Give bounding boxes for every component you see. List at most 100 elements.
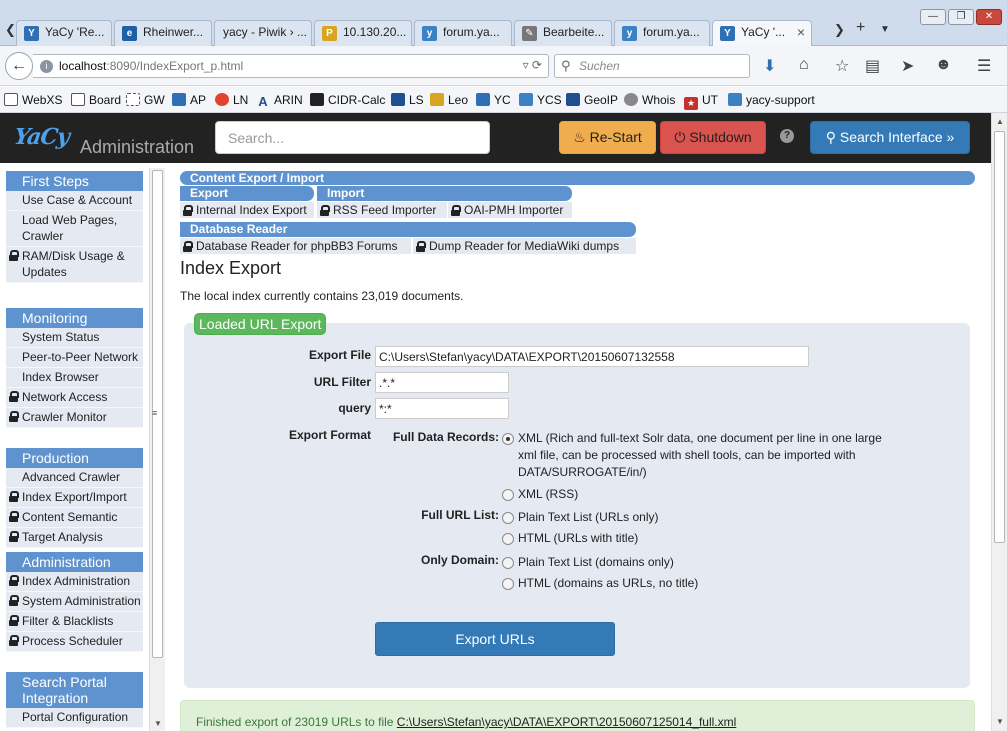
browser-tab[interactable]: P 10.130.20...	[314, 20, 412, 46]
sidebar-item-index-administration[interactable]: Index Administration	[6, 572, 143, 592]
bookmark-gw[interactable]: GW	[126, 93, 165, 107]
format-plain-domains-radio[interactable]: Plain Text List (domains only)	[502, 554, 882, 571]
browser-tab-active[interactable]: Y YaCy '... ×	[712, 20, 812, 46]
bookmark-ap[interactable]: AP	[172, 93, 206, 107]
bookmark-whois[interactable]: Whois	[624, 93, 675, 107]
tab-scroll-left-icon[interactable]: ❮	[5, 22, 16, 38]
export-urls-button[interactable]: Export URLs	[375, 622, 615, 656]
format-xml-rss-radio[interactable]: XML (RSS)	[502, 486, 882, 503]
shutdown-button[interactable]: ⏻ Shutdown	[660, 121, 766, 154]
sidebar-item-filter-blacklists[interactable]: Filter & Blacklists	[6, 612, 143, 632]
radio-icon[interactable]	[502, 489, 514, 501]
browser-toolbar: ← i localhost:8090/IndexExport_p.html ▿ …	[0, 46, 1007, 86]
radio-icon[interactable]	[502, 578, 514, 590]
sidebar-item-system-administration[interactable]: System Administration	[6, 592, 143, 612]
sidebar-scrollbar[interactable]: ≡ ▼	[149, 168, 165, 731]
submenu-mediawiki-reader[interactable]: Dump Reader for MediaWiki dumps	[413, 238, 636, 254]
browser-tab[interactable]: Y YaCy 'Re...	[16, 20, 112, 46]
exported-file-link[interactable]: C:\Users\Stefan\yacy\DATA\EXPORT\2015060…	[397, 715, 737, 729]
star-icon: ★	[684, 97, 698, 110]
format-html-urls-radio[interactable]: HTML (URLs with title)	[502, 530, 882, 547]
bookmark-ut[interactable]: ★ UT	[684, 93, 718, 110]
bookmark-arin[interactable]: A ARIN	[256, 93, 302, 108]
browser-search-input[interactable]: ⚲ Suchen	[554, 54, 750, 78]
bookmark-leo[interactable]: Leo	[430, 93, 468, 107]
url-bar[interactable]: i localhost:8090/IndexExport_p.html ▿ ⟳	[33, 54, 549, 78]
sidebar-item-index-browser[interactable]: Index Browser	[6, 368, 143, 388]
sidebar-item-network-access[interactable]: Network Access	[6, 388, 143, 408]
sidebar-item-load-web-pages[interactable]: Load Web Pages, Crawler	[6, 211, 143, 247]
chat-icon[interactable]: ☻	[935, 56, 952, 74]
info-icon[interactable]: i	[40, 60, 53, 73]
minimize-icon[interactable]: —	[920, 9, 946, 25]
scroll-down-icon[interactable]: ▼	[996, 717, 1004, 726]
close-tab-icon[interactable]: ×	[797, 24, 805, 40]
back-arrow-icon[interactable]: ←	[5, 52, 33, 80]
close-window-icon[interactable]: ✕	[976, 9, 1002, 25]
browser-tab[interactable]: e Rheinwer...	[114, 20, 212, 46]
radio-checked-icon[interactable]	[502, 433, 514, 445]
sidebar-item-advanced-crawler[interactable]: Advanced Crawler	[6, 468, 143, 488]
sidebar-item-content-semantic[interactable]: Content Semantic	[6, 508, 143, 528]
browser-tab[interactable]: yacy - Piwik › ...	[214, 20, 312, 46]
bookmark-webxs[interactable]: WebXS	[4, 93, 62, 107]
tab-scroll-right-icon[interactable]: ❯	[834, 22, 845, 38]
scroll-down-icon[interactable]: ▼	[154, 719, 162, 728]
gear-icon	[624, 93, 638, 106]
menu-icon[interactable]: ☰	[977, 56, 991, 76]
sidebar-item-system-status[interactable]: System Status	[6, 328, 143, 348]
browser-tab-strip: ❮ Y YaCy 'Re... e Rheinwer... yacy - Piw…	[0, 0, 1007, 46]
radio-icon[interactable]	[502, 557, 514, 569]
format-xml-solr-radio[interactable]: XML (Rich and full-text Solr data, one d…	[502, 430, 882, 481]
bookmark-yacy-support[interactable]: yacy-support	[728, 93, 815, 107]
bookmark-geoip[interactable]: GeoIP	[566, 93, 618, 107]
bookmark-cidr-calc[interactable]: CIDR-Calc	[310, 93, 385, 107]
format-html-domains-radio[interactable]: HTML (domains as URLs, no title)	[502, 575, 882, 592]
radio-icon[interactable]	[502, 512, 514, 524]
submenu-oai-pmh-importer[interactable]: OAI-PMH Importer	[448, 202, 572, 218]
restart-button[interactable]: ♨ Re-Start	[559, 121, 656, 154]
bookmarks-bar: WebXS Board GW AP LN A ARIN CIDR-Calc LS …	[0, 87, 1007, 113]
sidebar-item-index-export-import[interactable]: Index Export/Import	[6, 488, 143, 508]
page-scrollbar-thumb[interactable]	[994, 131, 1005, 543]
browser-tab[interactable]: ✎ Bearbeite...	[514, 20, 612, 46]
sidebar-item-target-analysis[interactable]: Target Analysis	[6, 528, 143, 548]
bookmark-board[interactable]: Board	[71, 93, 121, 107]
submenu-internal-index-export[interactable]: Internal Index Export	[180, 202, 314, 218]
send-icon[interactable]: ➤	[901, 56, 914, 76]
bookmark-ln[interactable]: LN	[215, 93, 248, 107]
url-filter-input[interactable]: .*.*	[375, 372, 509, 393]
bookmark-yc[interactable]: YC	[476, 93, 511, 107]
tab-list-icon[interactable]: ▼	[880, 24, 890, 35]
sidebar-item-crawler-monitor[interactable]: Crawler Monitor	[6, 408, 143, 428]
header-search-input[interactable]: Search...	[215, 121, 490, 154]
yacy-logo[interactable]: YaCy	[12, 124, 72, 154]
home-icon[interactable]: ⌂	[799, 56, 809, 74]
export-file-input[interactable]: C:\Users\Stefan\yacy\DATA\EXPORT\2015060…	[375, 346, 809, 367]
submenu-rss-feed-importer[interactable]: RSS Feed Importer	[317, 202, 447, 218]
help-icon[interactable]: ?	[780, 129, 794, 143]
format-plain-urls-radio[interactable]: Plain Text List (URLs only)	[502, 509, 882, 526]
page-scrollbar[interactable]: ▲ ▼	[991, 113, 1007, 731]
new-tab-icon[interactable]: +	[856, 19, 865, 37]
sidebar-item-process-scheduler[interactable]: Process Scheduler	[6, 632, 143, 652]
scroll-up-icon[interactable]: ▲	[996, 117, 1004, 126]
query-input[interactable]: *:*	[375, 398, 509, 419]
sidebar-item-p2p-network[interactable]: Peer-to-Peer Network	[6, 348, 143, 368]
browser-tab[interactable]: y forum.ya...	[614, 20, 710, 46]
download-icon[interactable]: ⬇	[763, 56, 776, 76]
bookmark-ycs[interactable]: YCS	[519, 93, 562, 107]
sidebar-item-ram-disk[interactable]: RAM/Disk Usage & Updates	[6, 247, 143, 283]
submenu-phpbb3-reader[interactable]: Database Reader for phpBB3 Forums	[180, 238, 411, 254]
maximize-icon[interactable]: ❐	[948, 9, 974, 25]
bookmark-star-icon[interactable]: ☆	[835, 56, 849, 76]
radio-icon[interactable]	[502, 533, 514, 545]
forum-favicon-icon: y	[422, 26, 437, 41]
sidebar-item-portal-configuration[interactable]: Portal Configuration	[6, 708, 143, 728]
search-interface-button[interactable]: ⚲ Search Interface »	[810, 121, 970, 154]
reload-icon[interactable]: ▿ ⟳	[523, 58, 542, 72]
sidebar-item-use-case[interactable]: Use Case & Account	[6, 191, 143, 211]
browser-tab[interactable]: y forum.ya...	[414, 20, 512, 46]
bookmark-ls[interactable]: LS	[391, 93, 424, 107]
reading-list-icon[interactable]: ▤	[865, 56, 880, 76]
